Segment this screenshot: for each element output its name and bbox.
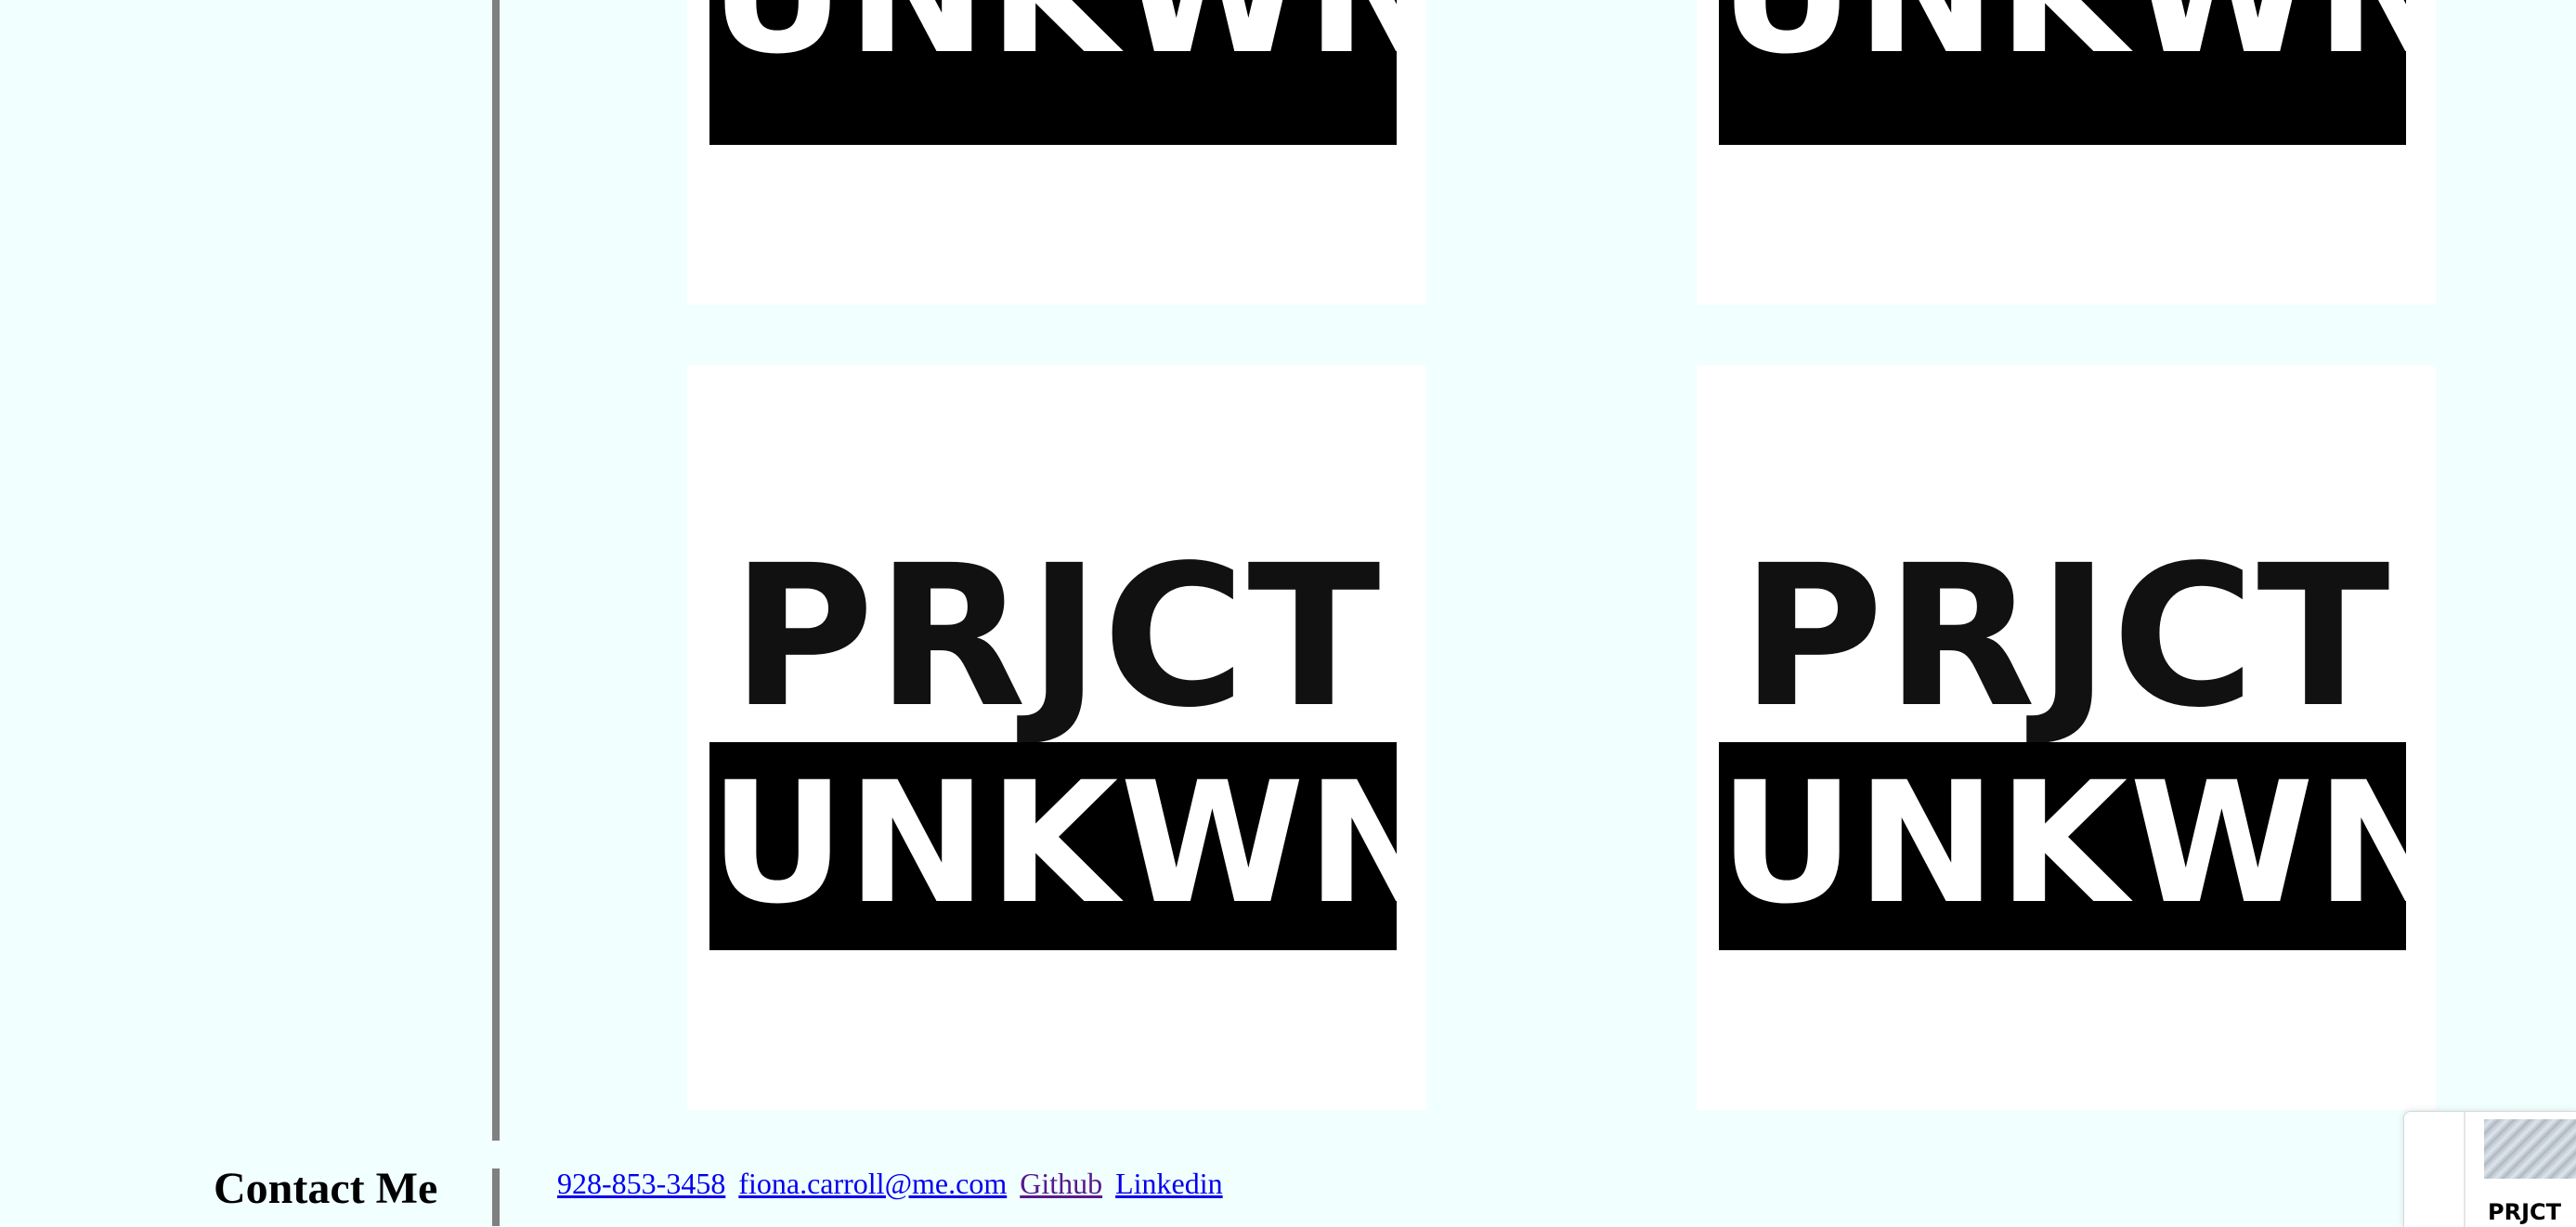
linkedin-link[interactable]: Linkedin xyxy=(1115,1167,1223,1200)
preview-thumbnail xyxy=(2484,1119,2576,1179)
preview-label: PRJCT xyxy=(2488,1199,2561,1225)
github-link[interactable]: Github xyxy=(1020,1167,1102,1200)
project-tile[interactable]: PRJCT UNKWN xyxy=(1697,365,2436,1110)
project-tile[interactable]: UNKWN xyxy=(687,0,1426,305)
preview-popup[interactable]: PRJCT xyxy=(2403,1111,2576,1227)
left-column xyxy=(0,0,492,1226)
popup-separator xyxy=(2464,1112,2465,1227)
project-tile[interactable]: UNKWN xyxy=(1697,0,2436,305)
logo-bottom-text: UNKWN xyxy=(709,747,1426,941)
logo-bottom-text: UNKWN xyxy=(709,0,1426,78)
contact-heading: Contact Me xyxy=(214,1164,438,1213)
logo-top-text: PRJCT xyxy=(1740,523,2392,751)
logo-bottom-text: UNKWN xyxy=(1719,747,2436,941)
logo-bottom-text: UNKWN xyxy=(1719,0,2436,78)
project-tile[interactable]: PRJCT UNKWN xyxy=(687,365,1426,1110)
vertical-divider xyxy=(492,0,500,1141)
phone-link[interactable]: 928-853-3458 xyxy=(557,1167,725,1200)
footer-divider xyxy=(492,1168,500,1226)
contact-links: 928-853-3458 fiona.carroll@me.com Github… xyxy=(557,1167,1229,1201)
logo-top-text: PRJCT xyxy=(731,523,1383,751)
email-link[interactable]: fiona.carroll@me.com xyxy=(738,1167,1007,1200)
